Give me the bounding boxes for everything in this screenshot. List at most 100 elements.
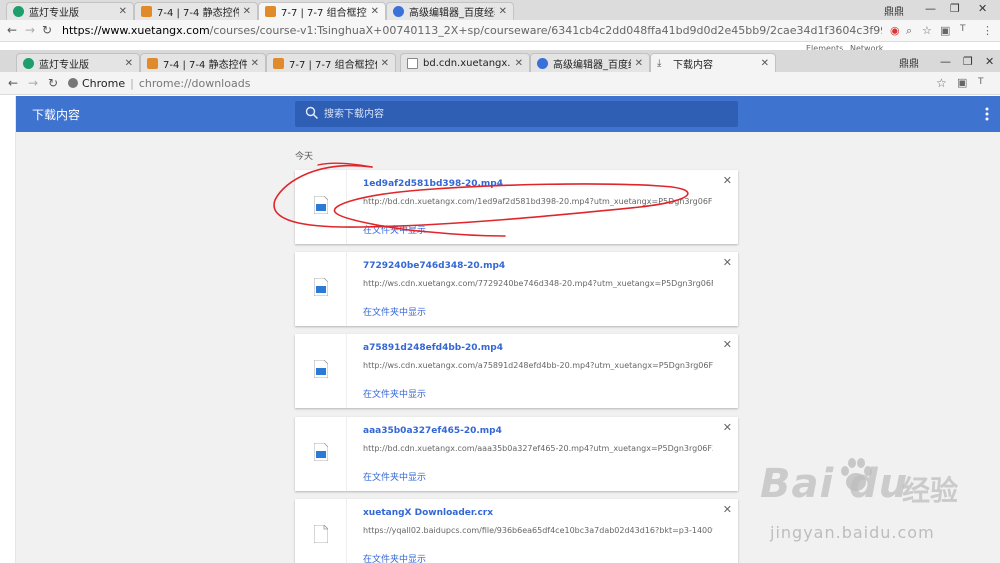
download-source-url[interactable]: http://ws.cdn.xuetangx.com/a75891d248efd… — [363, 361, 713, 370]
url-separator: | — [130, 77, 134, 90]
show-in-folder-link[interactable]: 在文件夹中显示 — [363, 305, 426, 318]
outer-tab-3[interactable]: 高级编辑器_百度经验 ✕ — [386, 2, 514, 20]
close-icon[interactable]: ✕ — [125, 58, 133, 69]
watermark-cn: 经验 — [902, 474, 959, 507]
download-item: 7729240be746d348-20.mp4 http://ws.cdn.xu… — [295, 252, 738, 326]
download-source-url[interactable]: http://ws.cdn.xuetangx.com/7729240be746d… — [363, 279, 713, 288]
download-item: xuetangX Downloader.crx https://yqall02.… — [295, 499, 738, 563]
video-file-icon — [314, 196, 328, 214]
video-file-icon — [314, 443, 328, 461]
show-in-folder-link[interactable]: 在文件夹中显示 — [363, 552, 426, 563]
zoom-icon[interactable]: ⌕ — [906, 24, 912, 38]
download-item: a75891d248efd4bb-20.mp4 http://ws.cdn.xu… — [295, 334, 738, 408]
search-box[interactable] — [295, 101, 738, 127]
file-icon-column — [295, 499, 347, 563]
minimize-icon[interactable]: — — [940, 55, 951, 68]
close-icon[interactable]: ✕ — [381, 58, 389, 69]
search-input[interactable] — [324, 105, 724, 123]
baidu-paw-icon — [393, 6, 404, 17]
reload-icon[interactable]: ↻ — [48, 76, 58, 90]
remove-icon[interactable]: ✕ — [723, 503, 732, 516]
close-icon[interactable]: ✕ — [371, 6, 379, 17]
inner-tab-title: 蓝灯专业版 — [39, 59, 89, 71]
outer-tab-title: 7-7 | 7-7 组合框控件 | 0 — [281, 8, 367, 19]
close-icon[interactable]: ✕ — [635, 58, 643, 69]
remove-icon[interactable]: ✕ — [723, 256, 732, 269]
download-filename-link[interactable]: aaa35b0a327ef465-20.mp4 — [363, 426, 502, 436]
outer-tab-title: 7-4 | 7-4 静态控件 | 007 — [157, 8, 239, 19]
inner-tab-3[interactable]: bd.cdn.xuetangx.com/ ✕ — [400, 53, 530, 72]
outer-tab-1[interactable]: 7-4 | 7-4 静态控件 | 007 ✕ — [134, 2, 258, 20]
forward-icon[interactable]: → — [25, 23, 35, 37]
download-filename-link[interactable]: xuetangX Downloader.crx — [363, 508, 493, 518]
inner-tab-2[interactable]: 7-7 | 7-7 组合框控件 | 0 ✕ — [266, 53, 396, 72]
remove-icon[interactable]: ✕ — [723, 421, 732, 434]
file-icon-column — [295, 334, 347, 408]
menu-icon[interactable]: ⋮ — [982, 24, 993, 37]
downloads-toolbar: 下载内容 — [16, 96, 1000, 132]
url-path: /courses/course-v1:TsinghuaX+00740113_2X… — [209, 24, 882, 37]
inner-tab-title: 下载内容 — [673, 59, 713, 71]
pdf-icon[interactable]: ▣ — [940, 24, 950, 37]
outer-tab-title: 蓝灯专业版 — [29, 8, 79, 19]
close-icon[interactable]: ✕ — [243, 6, 251, 17]
forward-icon[interactable]: → — [28, 76, 38, 90]
reload-icon[interactable]: ↻ — [42, 23, 52, 37]
course-icon — [141, 6, 152, 17]
user-profile-label[interactable]: 鼎鼎 — [884, 3, 904, 18]
download-source-url[interactable]: http://bd.cdn.xuetangx.com/1ed9af2d581bd… — [363, 197, 713, 206]
show-in-folder-link[interactable]: 在文件夹中显示 — [363, 470, 426, 483]
inner-tab-1[interactable]: 7-4 | 7-4 静态控件 | 007 ✕ — [140, 53, 266, 72]
restore-icon[interactable]: ❐ — [963, 55, 973, 68]
close-icon[interactable]: ✕ — [119, 6, 127, 17]
watermark-brand: Bai du — [760, 461, 909, 507]
video-file-icon — [314, 360, 328, 378]
course-icon — [265, 6, 276, 17]
close-window-icon[interactable]: ✕ — [978, 2, 987, 15]
extension-icon[interactable]: ◉ — [890, 24, 900, 37]
minimize-icon[interactable]: — — [925, 2, 936, 15]
remove-icon[interactable]: ✕ — [723, 174, 732, 187]
show-in-folder-link[interactable]: 在文件夹中显示 — [363, 223, 426, 236]
remove-icon[interactable]: ✕ — [723, 338, 732, 351]
translate-icon[interactable]: T — [960, 24, 966, 34]
course-icon — [273, 57, 284, 69]
inner-tab-0[interactable]: 蓝灯专业版 ✕ — [16, 53, 140, 72]
outer-url-field[interactable]: https://www.xuetangx.com/courses/course-… — [62, 23, 882, 39]
translate-icon[interactable]: T — [978, 77, 984, 87]
restore-icon[interactable]: ❐ — [950, 2, 960, 15]
back-icon[interactable]: ← — [7, 23, 17, 37]
back-icon[interactable]: ← — [8, 76, 18, 90]
close-icon[interactable]: ✕ — [251, 58, 259, 69]
download-filename-link[interactable]: 1ed9af2d581bd398-20.mp4 — [363, 179, 503, 189]
star-icon[interactable]: ☆ — [922, 24, 932, 37]
video-file-icon — [314, 278, 328, 296]
close-icon[interactable]: ✕ — [499, 6, 507, 17]
inner-address-bar: ← → ↻ Chrome | chrome://downloads ☆ ▣ T — [0, 72, 1000, 95]
download-item: 1ed9af2d581bd398-20.mp4 http://bd.cdn.xu… — [295, 170, 738, 244]
user-profile-label[interactable]: 鼎鼎 — [899, 55, 919, 70]
inner-tab-5[interactable]: ⤓ 下载内容 ✕ — [650, 53, 776, 72]
pdf-icon[interactable]: ▣ — [957, 76, 967, 89]
page-title: 下载内容 — [32, 108, 81, 122]
close-icon[interactable]: ✕ — [761, 58, 769, 69]
inner-tab-4[interactable]: 高级编辑器_百度经验 ✕ — [530, 53, 650, 72]
file-icon-column — [295, 417, 347, 491]
file-icon-column — [295, 170, 347, 244]
download-filename-link[interactable]: a75891d248efd4bb-20.mp4 — [363, 343, 503, 353]
outer-tab-strip: 蓝灯专业版 ✕ 7-4 | 7-4 静态控件 | 007 ✕ 7-7 | 7-7… — [0, 0, 1000, 20]
inner-tab-title: bd.cdn.xuetangx.com/ — [423, 57, 511, 69]
baidu-paw-icon — [537, 57, 548, 69]
inner-url-field[interactable]: Chrome | chrome://downloads — [82, 76, 250, 91]
download-source-url[interactable]: https://yqall02.baidupcs.com/file/936b6e… — [363, 526, 713, 535]
outer-tab-0[interactable]: 蓝灯专业版 ✕ — [6, 2, 134, 20]
download-source-url[interactable]: http://bd.cdn.xuetangx.com/aaa35b0a327ef… — [363, 444, 713, 453]
star-icon[interactable]: ☆ — [936, 76, 947, 90]
file-icon-column — [295, 252, 347, 326]
more-options-icon[interactable] — [980, 106, 994, 122]
outer-tab-2[interactable]: 7-7 | 7-7 组合框控件 | 0 ✕ — [258, 2, 386, 20]
close-icon[interactable]: ✕ — [515, 58, 523, 69]
download-filename-link[interactable]: 7729240be746d348-20.mp4 — [363, 261, 505, 271]
show-in-folder-link[interactable]: 在文件夹中显示 — [363, 387, 426, 400]
close-window-icon[interactable]: ✕ — [985, 55, 994, 68]
